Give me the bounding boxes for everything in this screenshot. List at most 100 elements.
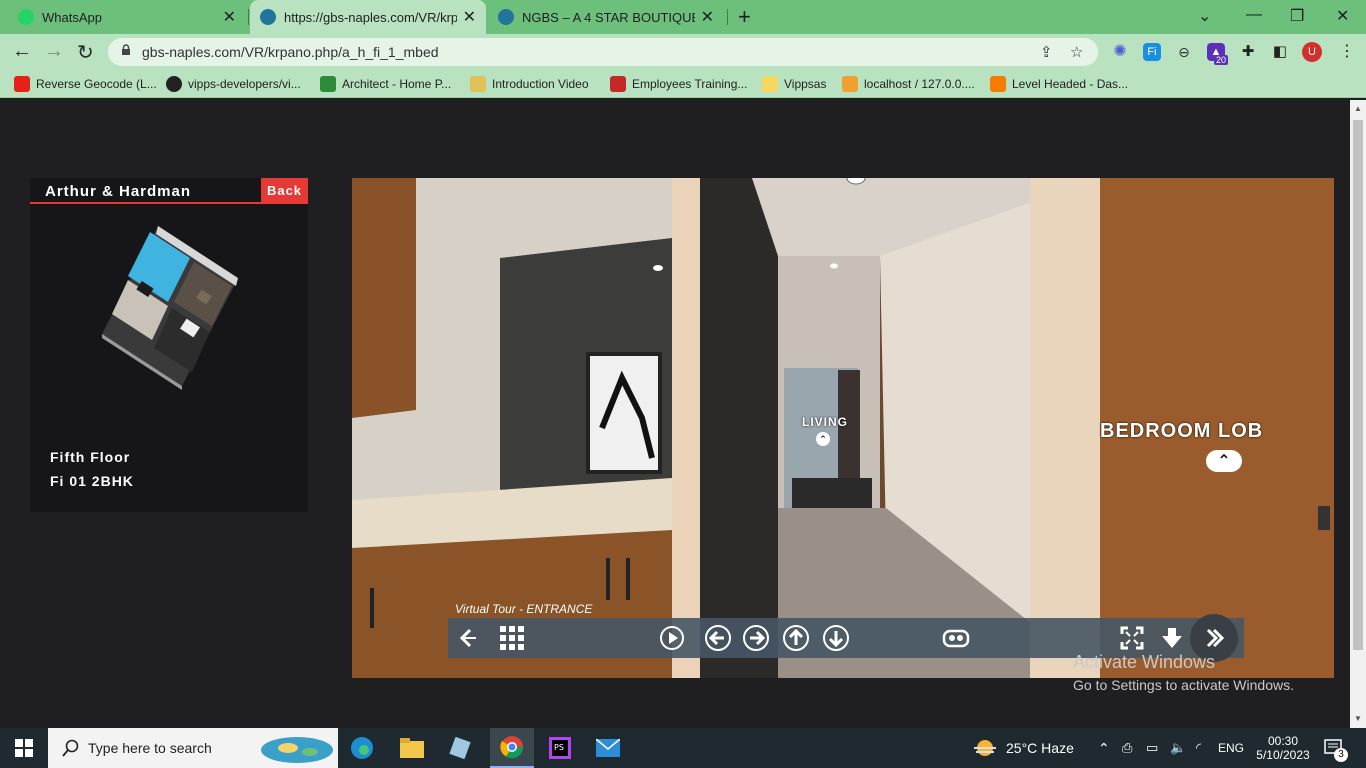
- bookmark-item[interactable]: localhost / 127.0.0....: [842, 76, 975, 92]
- volume-icon[interactable]: 🔈: [1170, 728, 1186, 768]
- address-bar[interactable]: gbs-naples.com/VR/krpano.php/a_h_fi_1_mb…: [108, 38, 1098, 66]
- bookmark-star-icon[interactable]: ☆: [1070, 43, 1083, 61]
- hotspot-bedroom-button[interactable]: ⌃: [1206, 450, 1242, 472]
- share-icon[interactable]: ⇪: [1040, 43, 1053, 61]
- taskbar-search[interactable]: Type here to search: [48, 728, 338, 768]
- hotspot-living-button[interactable]: ⌃: [816, 432, 830, 446]
- windows-taskbar: Type here to search PS 25°C Haze ⌃ ⎙ ▭ 🔈…: [0, 728, 1366, 768]
- collapse-down-icon[interactable]: [1158, 624, 1186, 652]
- hide-controls-icon[interactable]: [454, 624, 482, 652]
- pan-left-icon[interactable]: [704, 624, 732, 652]
- bookmark-item[interactable]: Introduction Video: [470, 76, 589, 92]
- haze-weather-icon: [974, 740, 996, 756]
- folder-icon: [762, 76, 778, 92]
- menu-icon[interactable]: ⋮: [1338, 43, 1356, 61]
- extension-icon[interactable]: Fi: [1143, 43, 1161, 61]
- page-scrollbar[interactable]: ▲ ▼: [1350, 100, 1366, 728]
- wordpress-icon: [498, 9, 514, 25]
- thumbnails-grid-icon[interactable]: [498, 624, 526, 652]
- bookmark-label: Architect - Home P...: [342, 77, 452, 91]
- bookmark-item[interactable]: Reverse Geocode (L...: [14, 76, 157, 92]
- bookmark-label: vipps-developers/vi...: [188, 77, 301, 91]
- close-window-button[interactable]: ✕: [1336, 6, 1349, 26]
- floorplan-3d-image[interactable]: [98, 222, 242, 390]
- vr-mode-icon[interactable]: [942, 624, 970, 652]
- battery-icon[interactable]: ▭: [1146, 728, 1158, 768]
- mail-icon[interactable]: [590, 728, 626, 768]
- bookmark-label: Employees Training...: [632, 77, 748, 91]
- scroll-up-icon[interactable]: ▲: [1354, 104, 1362, 113]
- notification-count-badge: 3: [1334, 748, 1348, 762]
- puzzle-icon[interactable]: ✚: [1239, 43, 1257, 61]
- file-explorer-icon[interactable]: [394, 728, 430, 768]
- forward-arrow-icon[interactable]: →: [44, 40, 64, 63]
- fullscreen-icon[interactable]: [1118, 624, 1146, 652]
- extension-badge: 20: [1214, 55, 1229, 65]
- bookmark-item[interactable]: Architect - Home P...: [320, 76, 451, 92]
- search-icon: [62, 739, 79, 757]
- tab-ngbs[interactable]: NGBS – A 4 STAR BOUTIQUE HO ✕: [488, 0, 724, 34]
- clock[interactable]: 00:30 5/10/2023: [1252, 728, 1314, 768]
- github-icon: [166, 76, 182, 92]
- hotspot-bedroom-label[interactable]: BEDROOM LOB: [1100, 420, 1263, 443]
- tab-search-icon[interactable]: ⌄: [1198, 6, 1211, 26]
- restore-button[interactable]: ❐: [1290, 6, 1304, 26]
- activate-windows-subtitle: Go to Settings to activate Windows.: [1073, 677, 1294, 693]
- notifications-button[interactable]: 3: [1324, 728, 1348, 768]
- info-panel: Arthur & Hardman Back Fifth Floor Fi 01 …: [30, 178, 308, 512]
- tab-separator: [727, 9, 728, 25]
- close-tab-icon[interactable]: ✕: [701, 7, 714, 27]
- tab-strip: WhatsApp ✕ https://gbs-naples.com/VR/krp…: [0, 0, 1366, 34]
- network-icon[interactable]: ◜: [1196, 728, 1201, 768]
- reload-icon[interactable]: ↻: [77, 40, 94, 65]
- unit-label: Fi 01 2BHK: [50, 473, 134, 489]
- svg-text:PS: PS: [554, 743, 564, 752]
- new-tab-button[interactable]: +: [738, 4, 751, 30]
- lock-icon: [122, 44, 130, 55]
- language-indicator[interactable]: ENG: [1218, 728, 1244, 768]
- panorama-viewer[interactable]: LIVING ⌃ BEDROOM LOB ⌃ Virtual Tour - EN…: [352, 178, 1334, 678]
- extension-icon[interactable]: ⊖: [1175, 43, 1193, 61]
- tab-krpano[interactable]: https://gbs-naples.com/VR/krpan ✕: [250, 0, 486, 34]
- app-icon[interactable]: [442, 728, 478, 768]
- bookmark-item[interactable]: Level Headed - Das...: [990, 76, 1128, 92]
- start-button[interactable]: [6, 728, 42, 768]
- activate-windows-title: Activate Windows: [1073, 652, 1216, 672]
- weather-text: 25°C Haze: [1006, 740, 1074, 756]
- show-hidden-icons[interactable]: ⌃: [1098, 728, 1110, 768]
- chrome-icon[interactable]: [490, 728, 534, 768]
- video-icon: [470, 76, 486, 92]
- bookmark-label: Introduction Video: [492, 77, 589, 91]
- side-panel-icon[interactable]: ◧: [1271, 43, 1289, 61]
- close-tab-icon[interactable]: ✕: [223, 7, 236, 27]
- bookmark-item[interactable]: Employees Training...: [610, 76, 747, 92]
- browser-toolbar: ← → ↻ gbs-naples.com/VR/krpano.php/a_h_f…: [0, 34, 1366, 70]
- scrollbar-thumb[interactable]: [1353, 120, 1363, 650]
- panel-header: Arthur & Hardman Back: [30, 178, 308, 204]
- back-arrow-icon[interactable]: ←: [12, 40, 32, 63]
- pan-up-icon[interactable]: [782, 624, 810, 652]
- tray-device-icon[interactable]: ⎙: [1122, 728, 1132, 768]
- edge-icon[interactable]: [344, 728, 380, 768]
- pan-down-icon[interactable]: [822, 624, 850, 652]
- bookmark-label: Level Headed - Das...: [1012, 77, 1129, 91]
- bookmark-label: Vippsas: [784, 77, 827, 91]
- autorotate-play-icon[interactable]: [658, 624, 686, 652]
- extension-icon[interactable]: ✺: [1111, 43, 1129, 61]
- pan-right-icon[interactable]: [742, 624, 770, 652]
- scroll-down-icon[interactable]: ▼: [1354, 714, 1362, 723]
- tab-title: WhatsApp: [42, 9, 102, 25]
- back-button[interactable]: Back: [261, 178, 308, 204]
- tab-title: NGBS – A 4 STAR BOUTIQUE HO: [522, 9, 695, 25]
- weather-widget[interactable]: 25°C Haze: [972, 728, 1074, 768]
- profile-avatar[interactable]: U: [1302, 42, 1322, 62]
- bookmark-item[interactable]: vipps-developers/vi...: [166, 76, 301, 92]
- hotspot-living-label[interactable]: LIVING: [802, 415, 848, 429]
- minimize-button[interactable]: —: [1246, 6, 1262, 24]
- architect-icon: [320, 76, 336, 92]
- close-tab-icon[interactable]: ✕: [463, 7, 476, 27]
- wordpress-icon: [260, 9, 276, 25]
- tab-whatsapp[interactable]: WhatsApp ✕: [8, 0, 246, 34]
- phpstorm-icon[interactable]: PS: [542, 728, 578, 768]
- bookmark-item[interactable]: Vippsas: [762, 76, 826, 92]
